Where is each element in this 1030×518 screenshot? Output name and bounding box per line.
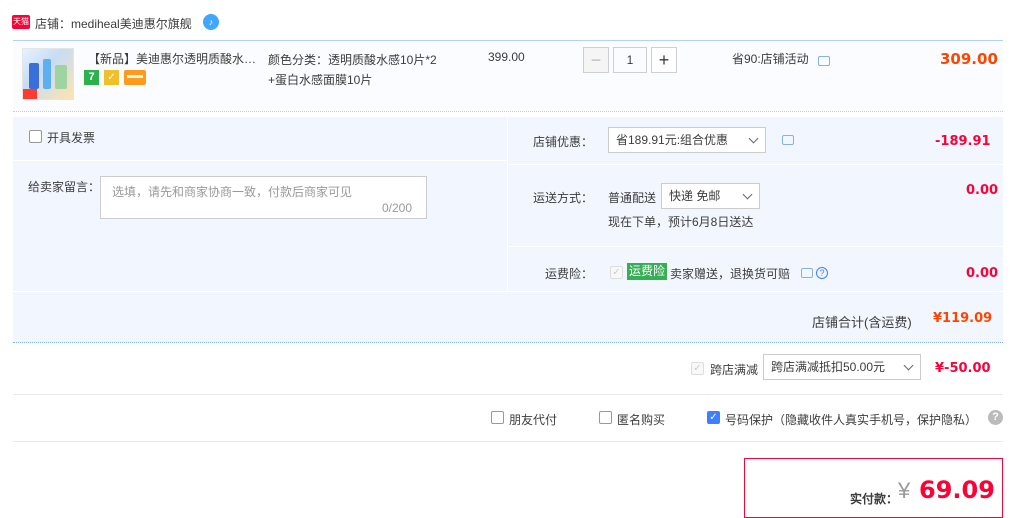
shipping-select[interactable]: 快递 免邮 (661, 183, 760, 209)
invoice-label: 开具发票 (47, 131, 96, 145)
order-options-panel (13, 117, 1003, 343)
message-char-count: 0/200 (382, 201, 413, 215)
chevron-down-icon (903, 360, 914, 371)
store-discount-label: 店铺优惠： (533, 135, 594, 149)
freight-insurance-label: 运费险： (545, 267, 594, 281)
friend-pay-label: 朋友代付 (509, 413, 558, 427)
shipping-label: 运送方式： (533, 191, 594, 205)
promo-info-icon[interactable] (818, 56, 830, 66)
product-title-link[interactable]: 【新品】美迪惠尔透明质酸水感补水保湿面膜 (88, 50, 263, 67)
freight-insurance-amount: 0.00 (966, 266, 999, 281)
question-icon[interactable]: ? (816, 267, 828, 279)
payment-label: 实付款： (850, 492, 899, 506)
increase-qty-button[interactable]: + (651, 47, 677, 73)
anonymous-checkbox[interactable] (599, 411, 612, 424)
quantity-input[interactable]: 1 (613, 47, 647, 73)
insurance-info-icon[interactable] (801, 268, 813, 278)
section-divider (13, 441, 1003, 442)
decrease-qty-button[interactable]: − (583, 47, 609, 73)
product-spec: 颜色分类：透明质酸水感10片*2 +蛋白水感面膜10片 (268, 50, 458, 90)
store-discount-select[interactable]: 省189.91元:组合优惠 (608, 127, 766, 153)
spec-line: 颜色分类：透明质酸水感10片*2 (268, 53, 437, 67)
credit-card-icon[interactable] (124, 70, 146, 85)
chevron-down-icon (748, 133, 759, 144)
number-protect-checkbox[interactable]: ✓ (707, 411, 720, 424)
seven-day-return-icon[interactable]: 7 (84, 70, 99, 85)
spec-line: +蛋白水感面膜10片 (268, 73, 373, 87)
store-total-amount: ¥119.09 (933, 311, 993, 326)
wangwang-icon[interactable]: ♪ (203, 14, 219, 30)
store-discount-amount: -189.91 (935, 134, 991, 149)
anonymous-label: 匿名购买 (617, 413, 666, 427)
unit-price: 399.00 (488, 50, 525, 64)
discount-info-icon[interactable] (782, 135, 794, 145)
item-promo-text: 省90:店铺活动 (732, 52, 809, 66)
freight-insurance-checkbox[interactable]: ✓ (610, 266, 623, 279)
product-thumbnail[interactable] (22, 48, 74, 100)
panel-divider (507, 117, 508, 291)
shipping-method: 普通配送 (608, 191, 657, 205)
shipping-value: 快递 免邮 (669, 189, 721, 203)
store-total-label: 店铺合计(含运费) (812, 315, 912, 330)
chevron-down-icon (742, 189, 753, 200)
store-discount-value: 省189.91元:组合优惠 (616, 133, 729, 147)
invoice-checkbox[interactable] (29, 130, 42, 143)
cross-store-select[interactable]: 跨店满减抵扣50.00元 (763, 354, 921, 380)
guarantee-shield-icon[interactable]: ✓ (104, 70, 119, 85)
friend-pay-checkbox[interactable] (491, 411, 504, 424)
cross-store-checkbox[interactable]: ✓ (691, 362, 704, 375)
store-name-link[interactable]: 店铺：mediheal美迪惠尔旗舰 (35, 15, 192, 32)
cross-store-label: 跨店满减 (710, 363, 759, 377)
freight-insurance-text: 卖家赠送，退换货可赔 (670, 267, 791, 281)
freight-insurance-tag: 运费险 (627, 263, 668, 280)
item-subtotal: 309.00 (940, 50, 998, 68)
row-divider (13, 291, 1003, 292)
payment-amount: 69.09 (919, 476, 995, 504)
seller-message-placeholder: 选填，请先和商家协商一致，付款后商家可见 (112, 185, 353, 199)
row-divider (508, 164, 1003, 165)
payment-currency: ¥ (898, 478, 911, 503)
section-divider (13, 394, 1003, 395)
row-divider (13, 160, 507, 161)
cross-store-value: 跨店满减抵扣50.00元 (771, 360, 886, 374)
shipping-amount: 0.00 (966, 183, 999, 198)
cross-store-amount: ¥-50.00 (935, 361, 991, 376)
seller-message-label: 给卖家留言： (28, 180, 101, 194)
number-protect-label: 号码保护（隐藏收件人真实手机号，保护隐私） (725, 413, 978, 427)
shipping-eta: 现在下单，预计6月8日送达 (608, 215, 754, 229)
tmall-badge: 天猫 (12, 15, 30, 29)
help-icon[interactable]: ? (988, 410, 1003, 425)
row-divider (508, 246, 1003, 247)
